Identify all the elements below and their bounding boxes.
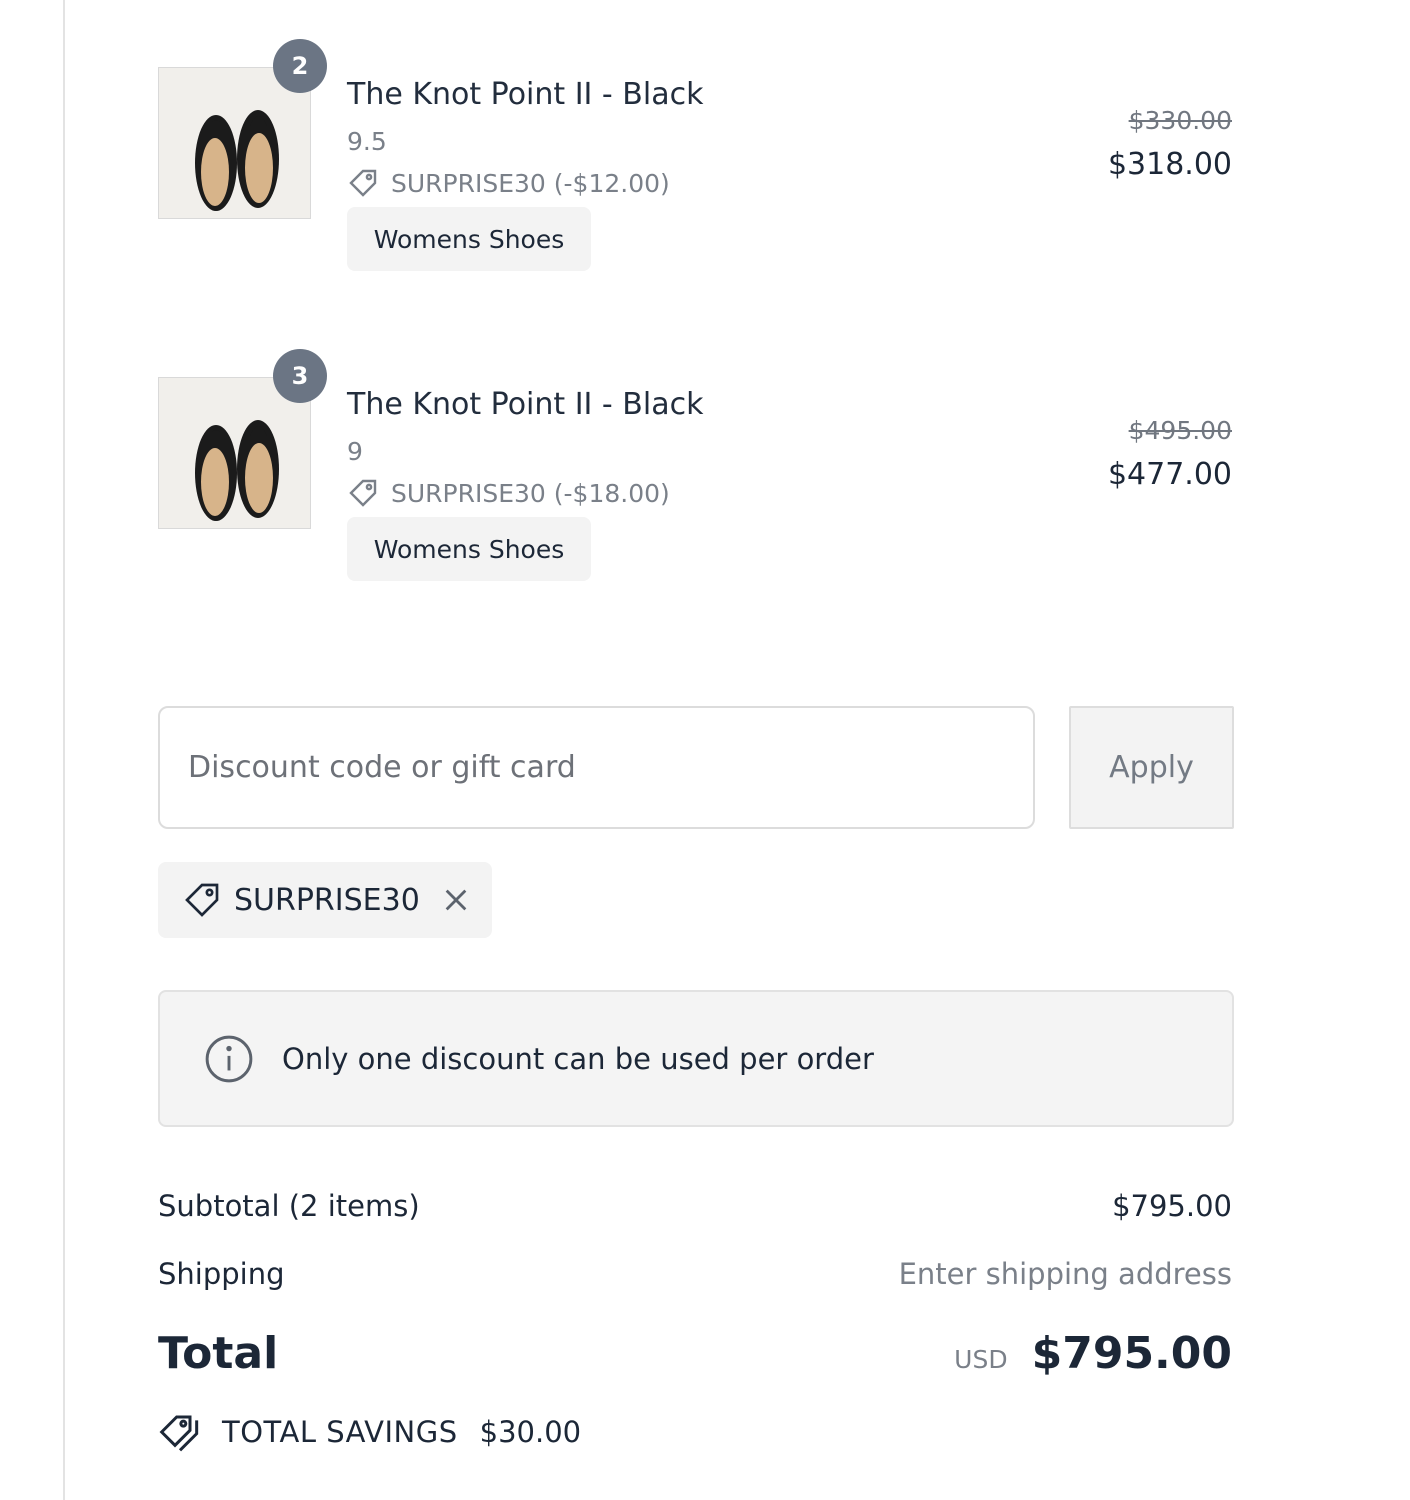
item-discount-text: SURPRISE30 (-$12.00) [391, 168, 670, 198]
quantity-badge: 3 [273, 349, 327, 403]
subtotal-label: Subtotal (2 items) [158, 1189, 420, 1223]
category-chip: Womens Shoes [347, 517, 591, 581]
product-variant: 9 [347, 437, 363, 466]
original-price: $330.00 [1128, 106, 1232, 135]
tags-icon [159, 1415, 199, 1452]
original-price: $495.00 [1128, 416, 1232, 445]
savings-value: $30.00 [479, 1415, 582, 1449]
remove-discount-button[interactable] [442, 886, 470, 914]
applied-discount-code: SURPRISE30 [234, 882, 420, 918]
category-chip: Womens Shoes [347, 207, 591, 271]
total-value: $795.00 [1031, 1327, 1232, 1379]
quantity-badge: 2 [273, 39, 327, 93]
info-icon [205, 1035, 253, 1082]
column-divider [63, 0, 65, 1500]
apply-button[interactable]: Apply [1069, 706, 1234, 829]
discount-code-input[interactable] [158, 706, 1035, 829]
subtotal-value: $795.00 [1112, 1189, 1232, 1223]
discount-notice: Only one discount can be used per order [158, 990, 1234, 1127]
item-discount: SURPRISE30 (-$18.00) [347, 477, 670, 509]
subtotal-row: Subtotal (2 items) $795.00 [158, 1185, 1232, 1227]
tag-icon [185, 883, 219, 917]
item-discount: SURPRISE30 (-$12.00) [347, 167, 670, 199]
applied-discount-tag: SURPRISE30 [158, 862, 492, 938]
discounted-price: $318.00 [1107, 147, 1232, 182]
line-item: 3 The Knot Point II - Black 9 SURPRISE30… [158, 349, 1234, 589]
close-icon[interactable] [442, 886, 470, 914]
line-item: 2 The Knot Point II - Black 9.5 SURPRISE… [158, 39, 1234, 279]
savings-label: TOTAL SAVINGS [222, 1415, 458, 1449]
tag-icon [349, 169, 377, 197]
currency-code: USD [954, 1344, 1008, 1374]
product-title: The Knot Point II - Black [347, 77, 704, 112]
discounted-price: $477.00 [1107, 457, 1232, 492]
shipping-label: Shipping [158, 1257, 285, 1291]
shipping-value: Enter shipping address [898, 1257, 1232, 1291]
product-variant: 9.5 [347, 127, 387, 156]
shipping-row: Shipping Enter shipping address [158, 1253, 1232, 1295]
product-title: The Knot Point II - Black [347, 387, 704, 422]
total-row: Total USD $795.00 [158, 1322, 1232, 1384]
total-savings: TOTAL SAVINGS $30.00 [158, 1412, 581, 1452]
item-discount-text: SURPRISE30 (-$18.00) [391, 478, 670, 508]
tag-icon [349, 479, 377, 507]
notice-text: Only one discount can be used per order [282, 1041, 874, 1076]
total-label: Total [158, 1327, 279, 1379]
